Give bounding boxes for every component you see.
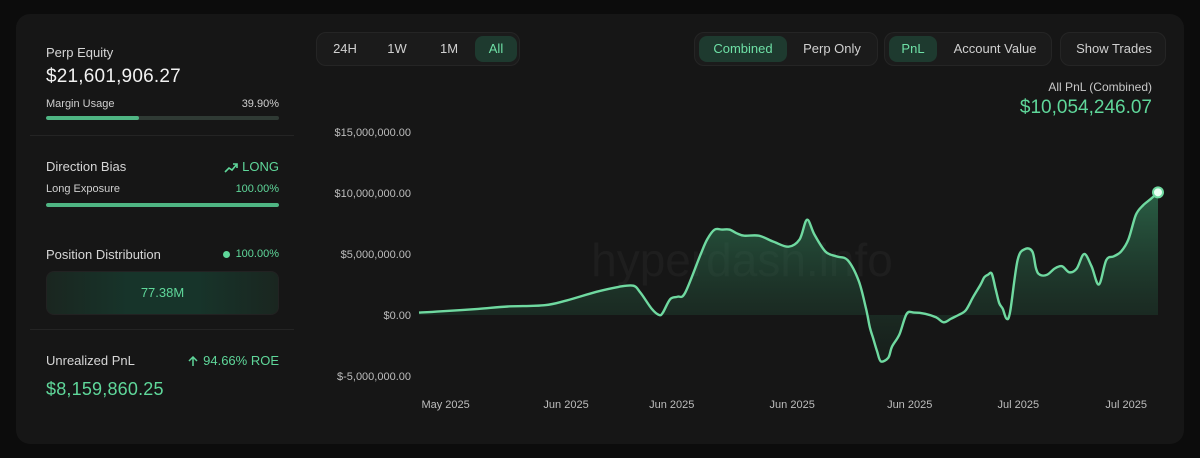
timeframe-1m-button[interactable]: 1M [425,36,473,62]
left-panel: Perp Equity $21,601,906.27 Margin Usage … [30,14,294,444]
divider [30,135,294,136]
direction-bias-label: Direction Bias [46,159,127,174]
perp-equity-value: $21,601,906.27 [46,66,181,87]
unrealized-pnl-value: $8,159,860.25 [46,379,164,399]
position-distribution-value: 100.00% [235,248,279,260]
divider [30,329,294,330]
metric-selector: PnL Account Value [884,32,1052,66]
long-exposure-bar [46,203,279,207]
perp-equity-label: Perp Equity [46,45,114,60]
timeframe-all-button[interactable]: All [475,36,517,62]
margin-usage-bar [46,116,279,120]
timeframe-1w-button[interactable]: 1W [373,36,421,62]
status-dot-icon [222,250,230,258]
position-distribution-value-wrap: 100.00% [222,248,279,260]
long-exposure-value: 100.00% [235,183,279,195]
metric-pnl-button[interactable]: PnL [889,36,937,62]
long-exposure-label: Long Exposure [46,183,120,195]
trending-up-icon [224,162,238,173]
margin-usage-value: 39.90% [241,98,279,110]
position-distribution-amount: 77.38M [140,285,185,300]
direction-bias-value: LONG [242,159,279,174]
timeframe-selector: 24H 1W 1M All [316,32,520,66]
position-distribution-box[interactable]: 77.38M [46,271,279,315]
mode-perp-only-button[interactable]: Perp Only [789,36,875,62]
summary-label: All PnL (Combined) [1048,80,1152,94]
roe-wrap: 94.66% ROE [188,353,279,368]
mode-selector: Combined Perp Only [694,32,878,66]
timeframe-24h-button[interactable]: 24H [321,36,369,62]
show-trades-group: Show Trades [1060,32,1166,66]
long-exposure-fill [46,203,279,207]
arrow-up-icon [188,356,198,367]
position-distribution-label: Position Distribution [46,247,161,262]
metric-account-value-button[interactable]: Account Value [941,36,1049,62]
direction-bias-value-wrap: LONG [224,159,279,174]
margin-usage-fill [46,116,139,120]
roe-value: 94.66% ROE [203,353,279,368]
show-trades-button[interactable]: Show Trades [1065,36,1163,62]
summary-value: $10,054,246.07 [1019,97,1152,118]
unrealized-pnl-label: Unrealized PnL [46,353,135,368]
mode-combined-button[interactable]: Combined [699,36,787,62]
margin-usage-label: Margin Usage [46,98,115,110]
